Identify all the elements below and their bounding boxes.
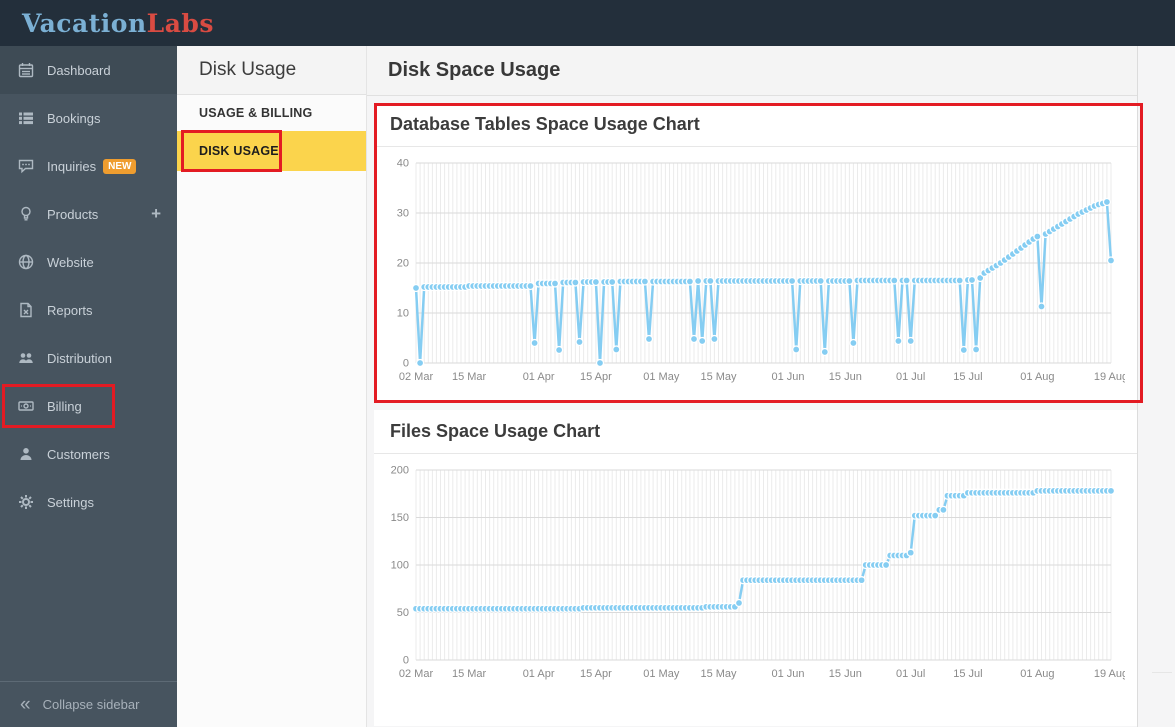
svg-text:15 May: 15 May bbox=[700, 668, 737, 680]
file-excel-icon bbox=[18, 302, 34, 318]
svg-text:15 Jul: 15 Jul bbox=[953, 371, 982, 383]
sidebar-item-bookings[interactable]: Bookings bbox=[0, 94, 177, 142]
sidebar-item-label: Products bbox=[47, 206, 99, 222]
sidebar-item-dashboard[interactable]: Dashboard bbox=[0, 46, 177, 94]
sidebar-item-website[interactable]: Website bbox=[0, 238, 177, 286]
svg-text:01 Jul: 01 Jul bbox=[896, 668, 925, 680]
svg-text:15 May: 15 May bbox=[700, 371, 737, 383]
sidebar-item-distribution[interactable]: Distribution bbox=[0, 334, 177, 382]
sidebar-item-reports[interactable]: Reports bbox=[0, 286, 177, 334]
sidebar-item-billing[interactable]: Billing bbox=[0, 382, 177, 430]
svg-text:0: 0 bbox=[403, 358, 409, 370]
sidebar-item-label: Dashboard bbox=[47, 62, 111, 78]
svg-text:19 Aug: 19 Aug bbox=[1094, 371, 1125, 383]
sidebar-item-label: Inquiries bbox=[47, 158, 97, 174]
database-chart: 0 10 20 30 40 02 Mar 15 Mar 01 Apr 15 Apr 01 May 1… bbox=[374, 147, 1137, 395]
database-chart-svg: 0 10 20 30 40 02 Mar 15 Mar 01 Apr 15 Apr 01 May 1… bbox=[397, 158, 1125, 384]
logo-vacation-text: Vacation bbox=[22, 8, 147, 38]
collapse-sidebar-label: Collapse sidebar bbox=[42, 697, 140, 712]
subnav-title: Disk Usage bbox=[177, 46, 366, 95]
sidebar-item-label: Website bbox=[47, 254, 94, 270]
double-chevron-left-icon: « bbox=[20, 693, 31, 715]
files-chart-svg: 0 50 100 150 200 02 Mar 15 Mar 01 Apr 15 Apr 01 M… bbox=[391, 465, 1125, 681]
app-logo[interactable]: VacationLabs bbox=[22, 9, 214, 38]
subnav-panel: Disk Usage USAGE & BILLING DISK USAGE bbox=[177, 46, 367, 727]
user-icon bbox=[18, 446, 34, 462]
svg-text:10: 10 bbox=[397, 308, 409, 320]
svg-text:02 Mar: 02 Mar bbox=[399, 371, 434, 383]
svg-text:01 Aug: 01 Aug bbox=[1020, 668, 1054, 680]
svg-text:01 Jun: 01 Jun bbox=[771, 371, 804, 383]
sidebar-item-settings[interactable]: Settings bbox=[0, 478, 177, 526]
svg-text:19 Aug: 19 Aug bbox=[1094, 668, 1125, 680]
lightbulb-icon bbox=[18, 206, 34, 222]
database-chart-card: Database Tables Space Usage Chart 0 10 20 3… bbox=[374, 103, 1137, 403]
subnav-item-usage-billing[interactable]: USAGE & BILLING bbox=[177, 95, 366, 131]
svg-text:01 Apr: 01 Apr bbox=[523, 668, 555, 680]
svg-text:200: 200 bbox=[391, 465, 409, 477]
svg-text:0: 0 bbox=[403, 655, 409, 667]
svg-text:15 Jun: 15 Jun bbox=[829, 371, 862, 383]
svg-text:01 Jun: 01 Jun bbox=[771, 668, 804, 680]
calendar-icon bbox=[18, 62, 34, 78]
users-icon bbox=[18, 350, 34, 366]
svg-text:15 Mar: 15 Mar bbox=[452, 371, 487, 383]
svg-text:01 Jul: 01 Jul bbox=[896, 371, 925, 383]
sidebar-item-label: Billing bbox=[47, 398, 82, 414]
svg-text:30: 30 bbox=[397, 208, 409, 220]
gear-icon bbox=[18, 494, 34, 510]
svg-text:01 May: 01 May bbox=[643, 668, 680, 680]
svg-text:150: 150 bbox=[391, 512, 409, 524]
collapse-sidebar-button[interactable]: « Collapse sidebar bbox=[0, 681, 177, 727]
sidebar-item-inquiries[interactable]: Inquiries NEW bbox=[0, 142, 177, 190]
page-header: Disk Space Usage bbox=[367, 46, 1175, 96]
sidebar-item-label: Customers bbox=[47, 446, 110, 462]
sidebar-item-products[interactable]: Products + bbox=[0, 190, 177, 238]
svg-text:15 Apr: 15 Apr bbox=[580, 668, 612, 680]
sidebar-item-label: Distribution bbox=[47, 350, 113, 366]
svg-text:01 Apr: 01 Apr bbox=[523, 371, 555, 383]
sidebar-item-customers[interactable]: Customers bbox=[0, 430, 177, 478]
top-bar: VacationLabs bbox=[0, 0, 1175, 46]
sidebar-item-label: Settings bbox=[47, 494, 94, 510]
svg-text:40: 40 bbox=[397, 158, 409, 170]
money-icon bbox=[18, 398, 34, 414]
right-gutter bbox=[1137, 46, 1175, 727]
sidebar: Dashboard Bookings Inquiries NEW Product… bbox=[0, 46, 177, 727]
svg-text:15 Apr: 15 Apr bbox=[580, 371, 612, 383]
svg-text:01 May: 01 May bbox=[643, 371, 680, 383]
gutter-divider bbox=[1152, 672, 1172, 673]
svg-text:01 Aug: 01 Aug bbox=[1020, 371, 1054, 383]
logo-labs-text: Labs bbox=[146, 8, 214, 38]
sidebar-nav-list: Dashboard Bookings Inquiries NEW Product… bbox=[0, 46, 177, 681]
svg-text:20: 20 bbox=[397, 258, 409, 270]
files-chart-title: Files Space Usage Chart bbox=[374, 410, 1137, 454]
list-icon bbox=[18, 110, 34, 126]
files-chart-card: Files Space Usage Chart 0 50 100 150 200 02 M… bbox=[374, 410, 1137, 726]
page-title: Disk Space Usage bbox=[388, 59, 561, 81]
add-product-icon[interactable]: + bbox=[151, 204, 161, 224]
comment-icon bbox=[18, 158, 34, 174]
main-content: Disk Space Usage Database Tables Space U… bbox=[367, 46, 1175, 727]
files-chart: 0 50 100 150 200 02 Mar 15 Mar 01 Apr 15 Apr 01 M… bbox=[374, 454, 1137, 692]
sidebar-item-label: Bookings bbox=[47, 110, 101, 126]
svg-text:02 Mar: 02 Mar bbox=[399, 668, 434, 680]
subnav-item-disk-usage[interactable]: DISK USAGE bbox=[177, 131, 366, 171]
svg-text:15 Jul: 15 Jul bbox=[953, 668, 982, 680]
globe-icon bbox=[18, 254, 34, 270]
svg-text:15 Jun: 15 Jun bbox=[829, 668, 862, 680]
sidebar-item-label: Reports bbox=[47, 302, 93, 318]
new-badge: NEW bbox=[103, 158, 137, 174]
svg-text:15 Mar: 15 Mar bbox=[452, 668, 487, 680]
svg-text:50: 50 bbox=[397, 607, 409, 619]
database-chart-title: Database Tables Space Usage Chart bbox=[374, 103, 1137, 147]
svg-text:100: 100 bbox=[391, 560, 409, 572]
